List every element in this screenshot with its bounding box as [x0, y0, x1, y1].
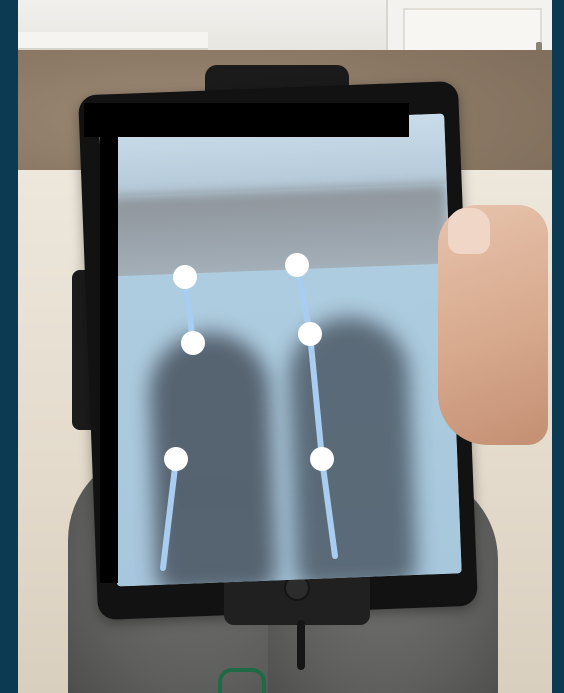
keypoint-right-hip: [285, 253, 309, 277]
pose-skeleton-overlay: [160, 253, 338, 571]
keypoint-left-ankle: [164, 447, 188, 471]
left-shin-bone: [160, 456, 179, 571]
photo-frame: [0, 0, 564, 693]
keypoint-right-knee: [298, 322, 322, 346]
left-leg-skeleton: [160, 274, 196, 571]
keypoint-left-hip: [173, 265, 197, 289]
keypoint-right-ankle: [310, 447, 334, 471]
keypoint-left-knee: [181, 331, 205, 355]
right-leg-skeleton: [294, 262, 338, 559]
keypoints: [164, 253, 334, 471]
right-shin-bone: [319, 456, 338, 559]
right-knee-bone: [307, 331, 325, 462]
